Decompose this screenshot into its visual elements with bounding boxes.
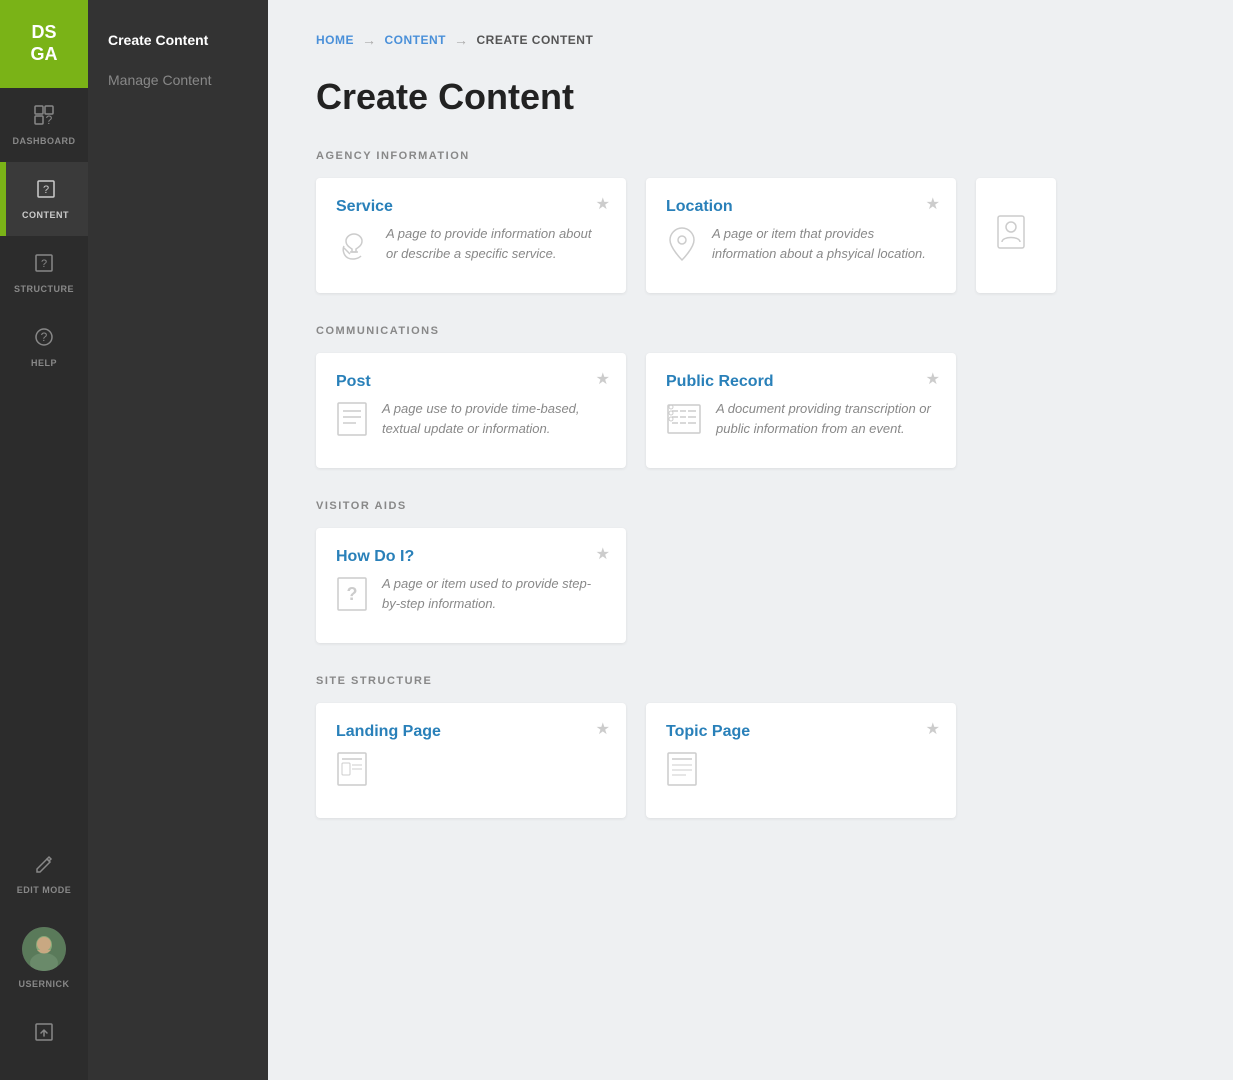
svg-text:?: ?	[46, 113, 53, 126]
structure-icon: ?	[33, 252, 55, 280]
section-label-communications: COMMUNICATIONS	[316, 325, 1185, 337]
breadcrumb-arrow-1: →	[362, 32, 377, 48]
topic-page-card-body	[666, 749, 936, 794]
post-icon	[336, 401, 368, 444]
content-icon: ?	[35, 178, 57, 206]
dashboard-label: DASHBOARD	[13, 136, 76, 146]
breadcrumb-home[interactable]: HOME	[316, 33, 354, 47]
icon-sidebar: DSGA ? DASHBOARD ? CONTENT	[0, 0, 88, 1080]
breadcrumb-content[interactable]: CONTENT	[385, 33, 447, 47]
main-content: HOME → CONTENT → CREATE CONTENT Create C…	[268, 0, 1233, 1080]
public-record-star-icon[interactable]: ★	[926, 369, 940, 389]
service-card-description: A page to provide information about or d…	[386, 224, 606, 263]
post-card-body: A page use to provide time-based, textua…	[336, 399, 606, 444]
card-location[interactable]: ★ Location A page or item that provides …	[646, 178, 956, 293]
sub-sidebar: Create Content Manage Content	[88, 0, 268, 1080]
topic-page-card-title: Topic Page	[666, 723, 936, 741]
how-do-i-card-description: A page or item used to provide step-by-s…	[382, 574, 606, 613]
service-card-body: A page to provide information about or d…	[336, 224, 606, 269]
landing-page-star-icon[interactable]: ★	[596, 719, 610, 739]
location-icon	[666, 226, 698, 269]
how-do-i-card-body: ? A page or item used to provide step-by…	[336, 574, 606, 619]
sidebar-item-user[interactable]: USERNICK	[0, 911, 88, 1005]
landing-page-icon	[336, 751, 368, 794]
section-label-agency: AGENCY INFORMATION	[316, 150, 1185, 162]
location-star-icon[interactable]: ★	[926, 194, 940, 214]
icon-nav: ? DASHBOARD ? CONTENT ? STRUCTURE	[0, 88, 88, 837]
card-public-record[interactable]: ★ Public Record	[646, 353, 956, 468]
public-record-card-title: Public Record	[666, 373, 936, 391]
upload-icon	[33, 1021, 55, 1048]
section-visitor-aids: VISITOR AIDS ★ How Do I? ? A page or ite…	[316, 500, 1185, 643]
dashboard-icon: ?	[33, 104, 55, 132]
public-record-icon	[666, 401, 702, 444]
card-topic-page[interactable]: ★ Topic Page	[646, 703, 956, 818]
post-star-icon[interactable]: ★	[596, 369, 610, 389]
section-label-visitor-aids: VISITOR AIDS	[316, 500, 1185, 512]
logo-text: DSGA	[31, 22, 58, 65]
sidebar-item-content[interactable]: ? CONTENT	[0, 162, 88, 236]
section-agency-information: AGENCY INFORMATION ★ Service A page t	[316, 150, 1185, 293]
landing-page-card-body	[336, 749, 606, 794]
svg-text:?: ?	[42, 184, 48, 196]
sub-sidebar-item-create-content[interactable]: Create Content	[88, 20, 268, 60]
section-communications: COMMUNICATIONS ★ Post A page use to p	[316, 325, 1185, 468]
help-label: HELP	[31, 358, 57, 368]
card-landing-page[interactable]: ★ Landing Page	[316, 703, 626, 818]
edit-mode-icon	[33, 853, 55, 881]
how-do-i-star-icon[interactable]: ★	[596, 544, 610, 564]
edit-mode-label: EDIT MODE	[17, 885, 72, 895]
public-record-card-description: A document providing transcription or pu…	[716, 399, 936, 438]
service-star-icon[interactable]: ★	[596, 194, 610, 214]
breadcrumb-arrow-2: →	[454, 32, 469, 48]
how-do-i-card-title: How Do I?	[336, 548, 606, 566]
sidebar-item-help[interactable]: ? HELP	[0, 310, 88, 384]
post-card-description: A page use to provide time-based, textua…	[382, 399, 606, 438]
visitor-aids-cards-grid: ★ How Do I? ? A page or item used to pro…	[316, 528, 1185, 643]
person-icon	[996, 214, 1036, 257]
structure-label: STRUCTURE	[14, 284, 74, 294]
topic-page-icon	[666, 751, 698, 794]
breadcrumb-current: CREATE CONTENT	[477, 33, 594, 47]
svg-text:?: ?	[347, 584, 358, 604]
site-structure-cards-grid: ★ Landing Page	[316, 703, 1185, 818]
landing-page-card-title: Landing Page	[336, 723, 606, 741]
page-title: Create Content	[316, 76, 1185, 118]
card-service[interactable]: ★ Service A page to provide information …	[316, 178, 626, 293]
service-icon	[336, 226, 372, 269]
how-do-i-icon: ?	[336, 576, 368, 619]
location-card-body: A page or item that provides information…	[666, 224, 936, 269]
agency-cards-grid: ★ Service A page to provide information …	[316, 178, 1185, 293]
section-site-structure: SITE STRUCTURE ★ Landing Page	[316, 675, 1185, 818]
help-icon: ?	[33, 326, 55, 354]
breadcrumb: HOME → CONTENT → CREATE CONTENT	[316, 32, 1185, 48]
logo[interactable]: DSGA	[0, 0, 88, 88]
public-record-card-body: A document providing transcription or pu…	[666, 399, 936, 444]
content-label: CONTENT	[22, 210, 69, 220]
location-card-description: A page or item that provides information…	[712, 224, 936, 263]
card-post[interactable]: ★ Post A page use to provide time-based,…	[316, 353, 626, 468]
post-card-title: Post	[336, 373, 606, 391]
service-card-title: Service	[336, 198, 606, 216]
svg-text:?: ?	[41, 330, 48, 344]
svg-text:?: ?	[41, 258, 47, 270]
card-how-do-i[interactable]: ★ How Do I? ? A page or item used to pro…	[316, 528, 626, 643]
icon-nav-bottom: EDIT MODE USERNICK	[0, 837, 88, 1080]
location-card-title: Location	[666, 198, 936, 216]
usernick-label: USERNICK	[18, 979, 69, 989]
card-person-partial[interactable]	[976, 178, 1056, 293]
user-avatar	[22, 927, 66, 971]
sidebar-item-structure[interactable]: ? STRUCTURE	[0, 236, 88, 310]
sub-sidebar-item-manage-content[interactable]: Manage Content	[88, 60, 268, 100]
section-label-site-structure: SITE STRUCTURE	[316, 675, 1185, 687]
sidebar-item-dashboard[interactable]: ? DASHBOARD	[0, 88, 88, 162]
topic-page-star-icon[interactable]: ★	[926, 719, 940, 739]
sidebar-item-upload[interactable]	[0, 1005, 88, 1064]
sidebar-item-edit-mode[interactable]: EDIT MODE	[0, 837, 88, 911]
communications-cards-grid: ★ Post A page use to provide time-based,…	[316, 353, 1185, 468]
